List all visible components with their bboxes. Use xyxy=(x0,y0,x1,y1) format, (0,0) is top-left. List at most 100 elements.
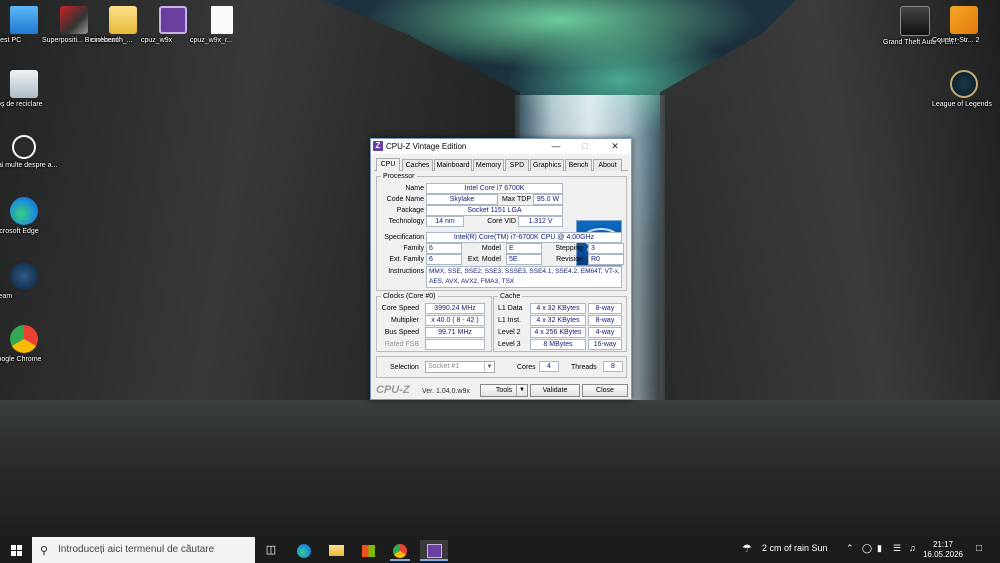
ext-family-value: 6 xyxy=(426,254,462,265)
desktop-icon-learn-more[interactable]: Mai multe despre a... xyxy=(0,135,57,169)
superposition-icon xyxy=(60,6,88,34)
maxtdp-value: 95.0 W xyxy=(533,194,563,205)
cpuz-window: Z CPU-Z Vintage Edition — □ ✕ CPU Caches… xyxy=(370,138,632,400)
l1-data-ways: 8-way xyxy=(588,303,622,314)
search-input[interactable]: Introduceți aici termenul de căutare xyxy=(58,544,214,555)
cache-group: Cache L1 Data 4 x 32 KBytes 8-way L1 Ins… xyxy=(493,292,627,352)
network-icon[interactable]: ☰ xyxy=(893,543,901,554)
instructions-value: MMX, SSE, SSE2, SSE3, SSSE3, SSE4.1, SSE… xyxy=(426,266,622,288)
revision-value: R0 xyxy=(588,254,624,265)
weather-text[interactable]: 2 cm of rain Sun xyxy=(762,543,828,553)
volume-icon[interactable]: ♫ xyxy=(909,543,916,553)
steam-icon xyxy=(10,262,38,290)
folder-icon xyxy=(109,6,137,34)
cpuz-icon xyxy=(159,6,187,34)
tab-cpu[interactable]: CPU xyxy=(376,158,400,171)
wallpaper-cliff-right xyxy=(660,0,1000,420)
learn-more-icon xyxy=(12,135,36,159)
technology-value: 14 nm xyxy=(426,216,464,227)
taskbar: ⚲ Introduceți aici termenul de căutare ◫… xyxy=(0,537,1000,563)
tab-memory[interactable]: Memory xyxy=(473,159,504,171)
taskbar-chrome-icon[interactable] xyxy=(390,540,410,561)
package-value: Socket 1151 LGA xyxy=(426,205,563,216)
l1-inst-ways: 8-way xyxy=(588,315,622,326)
tab-caches[interactable]: Caches xyxy=(402,159,433,171)
multiplier-value: x 40.0 ( 8 - 42 ) xyxy=(425,315,485,326)
l2-ways: 4-way xyxy=(588,327,622,338)
maximize-icon: □ xyxy=(582,141,588,151)
tab-graphics[interactable]: Graphics xyxy=(530,159,564,171)
tools-button[interactable]: Tools ▼ xyxy=(480,384,528,397)
close-icon[interactable]: ✕ xyxy=(602,139,628,154)
lol-icon xyxy=(950,70,978,98)
l3-value: 8 MBytes xyxy=(530,339,586,350)
cpuz-titlebar[interactable]: Z CPU-Z Vintage Edition — □ ✕ xyxy=(371,139,631,154)
model-value: E xyxy=(506,243,542,254)
weather-icon: ☂ xyxy=(742,543,752,555)
l3-ways: 16-way xyxy=(588,339,622,350)
edge-icon xyxy=(10,197,38,225)
gta-icon xyxy=(900,6,930,36)
family-value: 6 xyxy=(426,243,462,254)
clocks-group: Clocks (Core #0) Core Speed 3990.24 MHz … xyxy=(376,292,492,352)
bus-speed-value: 99.71 MHz xyxy=(425,327,485,338)
recycle-bin-icon xyxy=(10,70,38,98)
desktop: Acest PC Coș de reciclare Mai multe desp… xyxy=(0,0,1000,537)
version-text: Ver. 1.04.0.w9x xyxy=(422,388,470,395)
task-view-icon[interactable]: ◫ xyxy=(261,540,281,560)
tab-spd[interactable]: SPD xyxy=(505,159,529,171)
corevid-value: 1.312 V xyxy=(518,216,563,227)
taskbar-file-explorer-icon[interactable] xyxy=(326,540,346,560)
tab-strip: CPU Caches Mainboard Memory SPD Graphics… xyxy=(374,158,628,171)
clock[interactable]: 21:17 16.05.2026 xyxy=(922,540,964,560)
tray-app-icon[interactable]: ◯ xyxy=(862,543,872,554)
desktop-icon-cpuz-readme[interactable]: cpuz_w9x_r... xyxy=(190,6,254,44)
notifications-icon[interactable]: □ xyxy=(976,543,982,554)
cs2-icon xyxy=(950,6,978,34)
cpu-name-value: Intel Core i7 6700K xyxy=(426,183,563,194)
cores-value: 4 xyxy=(539,361,559,372)
threads-value: 8 xyxy=(603,361,623,372)
desktop-icon-cs2[interactable]: Counter-Str... 2 xyxy=(932,6,996,44)
desktop-icon-steam[interactable]: Steam xyxy=(0,262,56,300)
selection-row: Selection Socket #1 ▼ Cores 4 Threads 8 xyxy=(376,356,627,378)
l1-inst-value: 4 x 32 KBytes xyxy=(530,315,586,326)
ext-model-value: 5E xyxy=(506,254,542,265)
desktop-icon-edge[interactable]: Microsoft Edge xyxy=(0,197,56,235)
tab-mainboard[interactable]: Mainboard xyxy=(434,159,472,171)
chevron-up-icon[interactable]: ⌃ xyxy=(846,543,854,554)
this-pc-icon xyxy=(10,6,38,34)
start-button[interactable] xyxy=(6,540,26,560)
processor-group: Processor Name Intel Core i7 6700K Code … xyxy=(376,172,627,291)
chevron-down-icon: ▼ xyxy=(516,385,527,396)
desktop-icon-recycle-bin[interactable]: Coș de reciclare xyxy=(0,70,56,108)
core-speed-value: 3990.24 MHz xyxy=(425,303,485,314)
chevron-down-icon: ▼ xyxy=(484,362,494,372)
search-icon: ⚲ xyxy=(40,545,49,557)
windows-logo-icon xyxy=(10,545,22,557)
desktop-icon-chrome[interactable]: Google Chrome xyxy=(0,325,56,363)
battery-icon[interactable]: ▮ xyxy=(877,543,882,554)
desktop-icon-lol[interactable]: League of Legends xyxy=(932,70,996,108)
date-text: 16.05.2026 xyxy=(922,550,964,559)
window-title: CPU-Z Vintage Edition xyxy=(386,142,467,151)
file-icon xyxy=(211,6,233,34)
time-text: 21:17 xyxy=(932,540,954,549)
codename-value: Skylake xyxy=(426,194,498,205)
stepping-value: 3 xyxy=(588,243,624,254)
wallpaper-ground xyxy=(0,400,1000,537)
validate-button[interactable]: Validate xyxy=(530,384,580,397)
taskbar-search[interactable]: ⚲ Introduceți aici termenul de căutare xyxy=(32,537,255,563)
cpuz-logo: CPU-Z xyxy=(376,384,410,396)
taskbar-store-icon[interactable] xyxy=(358,540,378,560)
rated-fsb-value xyxy=(425,339,485,350)
tab-bench[interactable]: Bench xyxy=(565,159,592,171)
chrome-icon xyxy=(10,325,38,353)
specification-value: Intel(R) Core(TM) i7-6700K CPU @ 4.00GHz xyxy=(426,232,622,243)
tab-about[interactable]: About xyxy=(593,159,622,171)
close-button[interactable]: Close xyxy=(582,384,628,397)
socket-select[interactable]: Socket #1 ▼ xyxy=(425,361,495,373)
taskbar-cpuz-icon[interactable] xyxy=(420,540,448,561)
taskbar-edge-icon[interactable] xyxy=(294,540,314,560)
minimize-icon[interactable]: — xyxy=(543,139,569,154)
